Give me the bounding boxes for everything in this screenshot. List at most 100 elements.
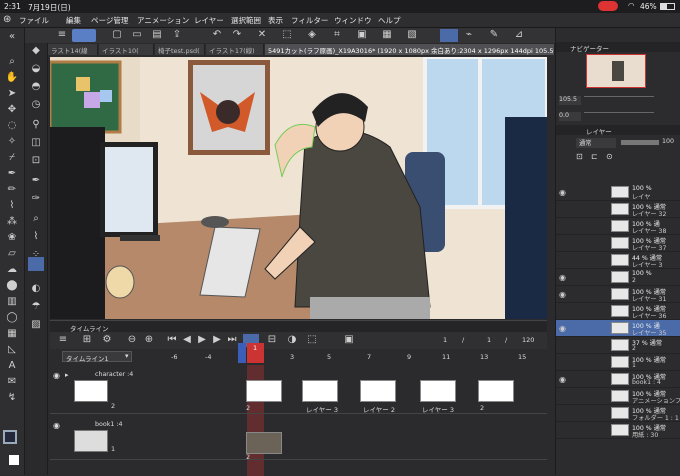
menu-window[interactable]: ウィンドウ (334, 15, 372, 26)
lasso-tool-icon[interactable]: ◌ (5, 120, 19, 132)
zoom-tool-icon[interactable]: ⌕ (5, 56, 19, 68)
operation-tool-icon[interactable]: ➤ (5, 88, 19, 100)
play-icon[interactable]: ▶ (195, 334, 209, 346)
wand-tool-icon[interactable]: ✧ (5, 136, 19, 148)
menu-file[interactable]: ファイル (19, 15, 49, 26)
pen-subtool-icon[interactable]: ✒ (29, 175, 43, 187)
cel2-frame[interactable] (246, 432, 282, 454)
navigator-preview[interactable] (586, 54, 646, 88)
layer-row[interactable]: ◉ 100 % 通常 book1 : 4 (556, 371, 680, 388)
track-book1[interactable]: ◉ book1 :4 1 2 (50, 415, 547, 461)
blend-mode-select[interactable]: 通常 (576, 138, 616, 148)
layer-subtool-icon[interactable]: ◫ (29, 137, 43, 149)
fill-icon[interactable]: ◈ (305, 29, 319, 41)
export-icon[interactable]: ⇪ (170, 29, 184, 41)
brush-settings-icon[interactable]: ⌁ (462, 29, 476, 41)
new-file-icon[interactable]: ▢ (110, 29, 124, 41)
cel-specify-icon[interactable]: ⬚ (305, 334, 319, 346)
track2-eye-icon[interactable]: ◉ (53, 421, 60, 430)
text-tool-icon[interactable]: A (5, 360, 19, 372)
hamburger-menu-icon[interactable]: ≡ (55, 29, 69, 41)
layer-row[interactable]: ◉ 100 % 通常 レイヤー 31 (556, 286, 680, 303)
opacity-slider[interactable] (621, 140, 659, 145)
ruler-snap-button[interactable] (440, 29, 458, 42)
light-table-icon[interactable]: ▣ (342, 334, 356, 346)
angle-value[interactable]: 0.0 (559, 112, 581, 121)
open-file-icon[interactable]: ▭ (130, 29, 144, 41)
stabilizer-icon[interactable]: ⊿ (512, 29, 526, 41)
layer-row[interactable]: 100 % 通レイヤー 38 (556, 218, 680, 235)
track-character[interactable]: ◉ ▸ character :4 2 2 レイヤー 3 レイヤー 2 レイヤー … (50, 366, 547, 414)
opacity-value[interactable]: 100 (662, 138, 674, 145)
start-marker[interactable] (238, 343, 246, 363)
menu-animation[interactable]: アニメーション (137, 15, 189, 26)
pen-tool-icon[interactable]: ✒ (5, 168, 19, 180)
layer-row[interactable]: 100 % 通常 フォルダー 1 : 1 (556, 405, 680, 422)
eye-icon[interactable]: ◉ (559, 324, 566, 333)
zoom-in-icon[interactable]: ⊕ (142, 334, 156, 346)
zoom-out-icon[interactable]: ⊖ (125, 334, 139, 346)
ref-layer-icon[interactable]: ⊙ (606, 152, 613, 161)
eyedropper-icon[interactable]: ⌿ (5, 152, 19, 164)
main-color-swatch[interactable] (3, 430, 17, 444)
ink-icon[interactable]: ◓ (29, 81, 43, 93)
zoom-value[interactable]: 105.5 (559, 96, 581, 105)
first-frame-icon[interactable]: ⏮ (165, 334, 179, 346)
eye-icon[interactable]: ◉ (559, 273, 566, 282)
eye-icon[interactable]: ◉ (559, 290, 566, 299)
ruler-tool-icon[interactable]: ◺ (5, 344, 19, 356)
gradient-tool-icon[interactable]: ▥ (5, 296, 19, 308)
cel-frame-3[interactable] (360, 380, 396, 402)
layer-row[interactable]: 100 % 通常 レイヤー 36 (556, 303, 680, 320)
transform-icon[interactable]: ⬚ (280, 29, 294, 41)
layer-row[interactable]: 100 % 通常アニメーションフォルダ (556, 388, 680, 405)
cel-frame-5[interactable] (478, 380, 514, 402)
pen-mode-button[interactable] (72, 29, 96, 42)
hand-tool-icon[interactable]: ✋ (5, 72, 19, 84)
tab-doc-1[interactable]: ラスト14(線 (48, 44, 98, 55)
lock-layer-icon[interactable]: ⊡ (576, 152, 583, 161)
menu-selection[interactable]: 選択範囲 (231, 15, 261, 26)
cel-frame-2[interactable] (302, 380, 338, 402)
layer-row[interactable]: ◉ 100 % 2 (556, 269, 680, 286)
crop-icon[interactable]: ⌗ (330, 29, 344, 41)
balloon-tool-icon[interactable]: ✉ (5, 376, 19, 388)
last-frame-icon[interactable]: ⏭ (225, 334, 239, 346)
texture-icon[interactable]: ▨ (29, 319, 43, 331)
layer-row[interactable]: 100 % 通常 1 (556, 354, 680, 371)
layer-row[interactable]: 100 % 通常 レイヤー 37 (556, 235, 680, 252)
zoom-slider[interactable] (584, 96, 654, 104)
invert-icon[interactable]: ▧ (405, 29, 419, 41)
timeline-dropdown[interactable]: タイムライン1 ▾ (62, 351, 132, 363)
prev-frame-icon[interactable]: ◀ (180, 334, 194, 346)
fountain-pen-icon[interactable]: ✑ (29, 193, 43, 205)
layer-row[interactable]: ◉ 100 % レイヤ (556, 184, 680, 201)
figure-tool-icon[interactable]: ◯ (5, 312, 19, 324)
move-tool-icon[interactable]: ✥ (5, 104, 19, 116)
menu-page[interactable]: ページ管理 (91, 15, 128, 26)
smudge-icon[interactable]: ☂ (29, 301, 43, 313)
layer-row[interactable]: 100 % 通常 用紙 : 30 (556, 422, 680, 439)
eye-icon[interactable]: ◉ (559, 188, 566, 197)
blend-tool-icon[interactable]: ☁ (5, 264, 19, 276)
fill-tool-icon[interactable]: ⬤ (5, 280, 19, 292)
new-timeline-icon[interactable]: ⊞ (80, 334, 94, 346)
brush-tool-icon[interactable]: ⌇ (5, 200, 19, 212)
timeline-settings-icon[interactable]: ⚙ (100, 334, 114, 346)
cel-frame-4[interactable] (420, 380, 456, 402)
redo-icon[interactable]: ↷ (230, 29, 244, 41)
save-icon[interactable]: ▤ (150, 29, 164, 41)
select-all-icon[interactable]: ▣ (355, 29, 369, 41)
angle-slider[interactable] (584, 112, 654, 120)
eraser-subtool-icon[interactable]: ◆ (29, 45, 43, 57)
layer-row[interactable]: 37 % 通常 2 (556, 337, 680, 354)
active-subtool[interactable] (28, 257, 44, 271)
menu-help[interactable]: ヘルプ (378, 15, 401, 26)
menu-view[interactable]: 表示 (268, 15, 283, 26)
layer-row[interactable]: 44 % 通常 レイヤー 3 (556, 252, 680, 269)
layer-row-selected[interactable]: ◉ 100 % 通レイヤー 35 (556, 320, 680, 337)
timeline-menu-icon[interactable]: ≡ (56, 334, 70, 346)
drawing-canvas[interactable] (50, 57, 547, 319)
dropper-subtool-icon[interactable]: ◐ (29, 283, 43, 295)
undo-icon[interactable]: ↶ (210, 29, 224, 41)
